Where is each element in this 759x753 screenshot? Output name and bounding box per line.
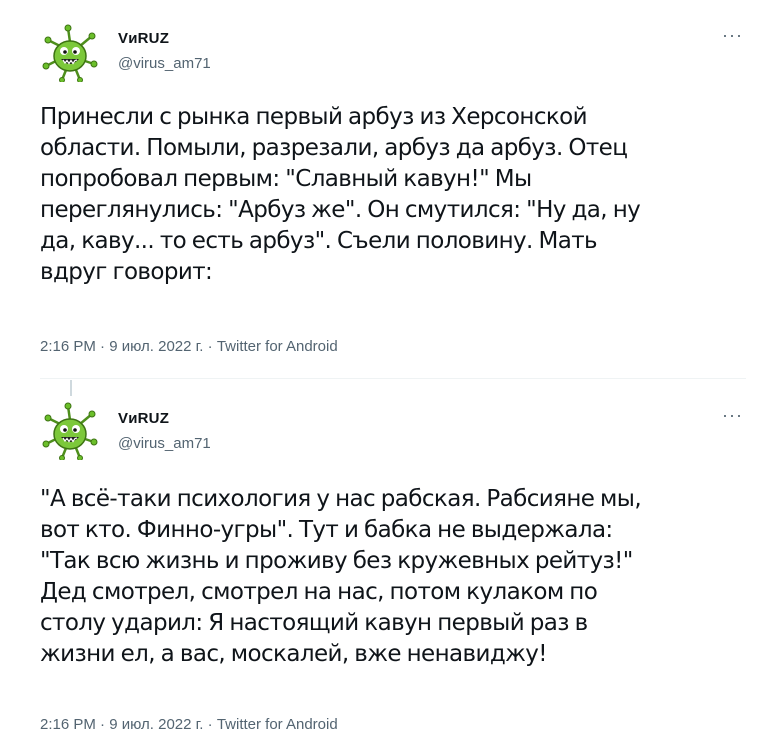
tweet-date[interactable]: 9 июл. 2022 г. [109,716,203,733]
tweet-text-line: Дед смотрел, смотрел на нас, потом кулак… [40,579,598,605]
tweet-text-line: области. Помыли, разрезали, арбуз да арб… [40,135,628,161]
tweet-text-line: Принесли с рынка первый арбуз из Херсонс… [40,104,588,130]
more-dots-icon[interactable]: ··· [722,26,743,44]
tweet-text-line: жизни ел, а вас, москалей, вже ненавиджу… [40,641,547,667]
meta-separator: · [203,338,217,355]
tweet-source[interactable]: Twitter for Android [217,338,338,355]
author-handle[interactable]: @virus_am71 [118,55,211,72]
tweet-time[interactable]: 2:16 PM [40,338,96,355]
tweet-text-line: попробовал первым: "Славный кавун!" Мы [40,166,532,192]
author-name[interactable]: VиRUZ [118,410,169,427]
virus-avatar-icon [42,24,98,83]
avatar[interactable] [40,22,100,83]
meta-separator: · [203,716,217,733]
tweet-text-line: да, каву... то есть арбуз". Съели полови… [40,228,598,254]
author-handle[interactable]: @virus_am71 [118,435,211,452]
tweet-text-line: переглянулись: "Арбуз же". Он смутился: … [40,197,641,223]
tweet-time[interactable]: 2:16 PM [40,716,96,733]
tweet-text-line: "Так всю жизнь и проживу без кружевных р… [40,548,633,574]
tweet-source[interactable]: Twitter for Android [217,716,338,733]
thread-line [70,380,72,396]
tweet-text-line: "А всё-таки психология у нас рабская. Ра… [40,486,642,512]
tweet-text-line: вдруг говорит: [40,259,213,285]
tweet-date[interactable]: 9 июл. 2022 г. [109,338,203,355]
meta-separator: · [95,338,110,355]
tweet-text-line: вот кто. Финно-угры". Тут и бабка не выд… [40,517,613,543]
tweet-text-line: столу ударил: Я настоящий кавун первый р… [40,610,588,636]
tweet-meta: 2:16 PM · 9 июл. 2022 г. · Twitter for A… [40,338,338,355]
meta-separator: · [95,716,110,733]
tweet-divider [40,378,746,379]
author-name[interactable]: VиRUZ [118,30,169,47]
avatar[interactable] [40,400,100,461]
virus-avatar-icon [42,402,98,461]
more-dots-icon[interactable]: ··· [722,406,743,424]
tweet-text: "А всё-таки психология у нас рабская. Ра… [40,484,752,670]
tweet-meta: 2:16 PM · 9 июл. 2022 г. · Twitter for A… [40,716,338,733]
tweet-text: Принесли с рынка первый арбуз из Херсонс… [40,102,752,288]
